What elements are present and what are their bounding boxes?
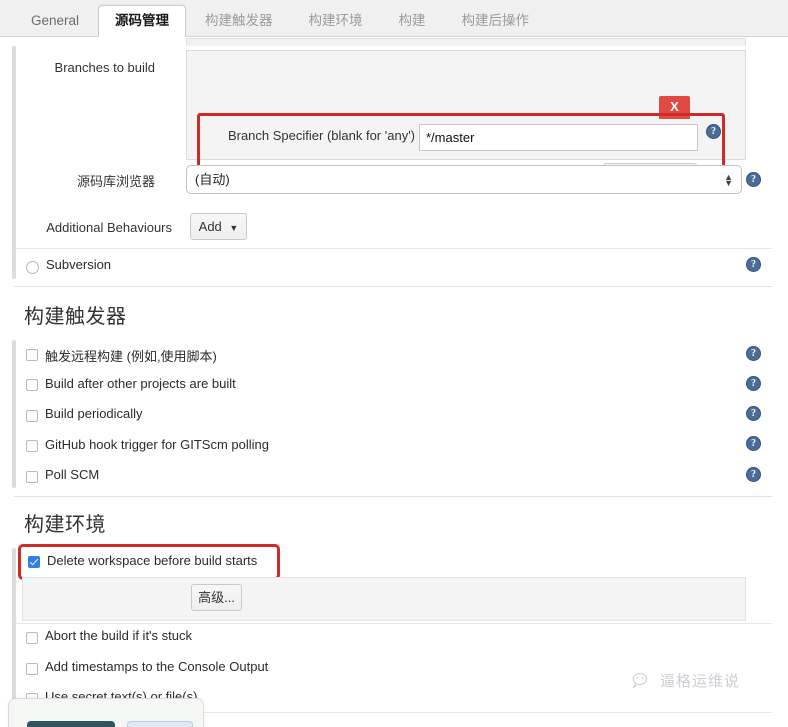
trigger-remote-build-checkbox[interactable] [26, 349, 38, 361]
repo-browser-select[interactable]: (自动) ▲ ▼ [186, 165, 742, 194]
repo-browser-value: (自动) [195, 172, 230, 187]
advanced-button[interactable]: 高级... [191, 584, 242, 611]
scrolled-content-strip [186, 38, 746, 46]
save-button[interactable] [27, 721, 115, 727]
config-tabbar: General 源码管理 构建触发器 构建环境 构建 构建后操作 [0, 0, 788, 38]
chevron-down-icon: ▼ [229, 223, 239, 233]
branches-to-build-label: Branches to build [54, 60, 155, 75]
trigger-remote-build-label: 触发远程构建 (例如,使用脚本) [45, 349, 217, 364]
add-timestamps-label: Add timestamps to the Console Output [45, 659, 269, 674]
additional-behaviours-label: Additional Behaviours [46, 220, 172, 235]
triggers-accent-bar [12, 340, 16, 488]
floating-action-bar [8, 698, 204, 727]
poll-scm-help-icon[interactable]: ? [746, 467, 761, 482]
abort-stuck-build-checkbox[interactable] [26, 632, 38, 644]
trigger-remote-build-help-icon[interactable]: ? [746, 346, 761, 361]
scm-divider [14, 248, 772, 249]
watermark: 逼格运维说 [632, 670, 740, 691]
build-after-other-projects-checkbox[interactable] [26, 379, 38, 391]
jenkins-job-config-page: General 源码管理 构建触发器 构建环境 构建 构建后操作 Branche… [0, 0, 788, 727]
repo-browser-help-icon[interactable]: ? [746, 172, 761, 187]
tab-build-environment[interactable]: 构建环境 [292, 5, 380, 37]
triggers-section-separator [14, 286, 772, 287]
add-behaviour-button[interactable]: Add ▼ [190, 213, 247, 240]
github-hook-trigger-label: GitHub hook trigger for GITScm polling [45, 437, 269, 452]
delete-branch-button[interactable]: X [659, 96, 690, 119]
branch-specifier-help-icon[interactable]: ? [706, 124, 721, 139]
tab-post-build[interactable]: 构建后操作 [445, 5, 547, 37]
github-hook-trigger-checkbox[interactable] [26, 440, 38, 452]
watermark-text: 逼格运维说 [660, 672, 741, 690]
abort-stuck-build-label: Abort the build if it's stuck [45, 628, 192, 643]
build-triggers-section: 触发远程构建 (例如,使用脚本) ? Build after other pro… [0, 340, 788, 488]
delete-workspace-advanced-panel [22, 577, 746, 621]
branch-specifier-input[interactable] [419, 124, 698, 151]
tab-build[interactable]: 构建 [382, 5, 443, 37]
subversion-label: Subversion [46, 257, 112, 272]
delete-workspace-label: Delete workspace before build starts [47, 553, 258, 568]
tab-scm[interactable]: 源码管理 [98, 5, 187, 38]
add-timestamps-checkbox[interactable] [26, 663, 38, 675]
tab-list: General 源码管理 构建触发器 构建环境 构建 构建后操作 [0, 0, 788, 38]
build-environment-title: 构建环境 [24, 514, 106, 536]
build-env-accent-bar [12, 548, 16, 708]
branch-specifier-label: Branch Specifier (blank for 'any') [227, 128, 415, 143]
scm-section: Branches to build X Branch Specifier (bl… [0, 46, 788, 279]
repo-browser-label: 源码库浏览器 [76, 174, 155, 189]
build-after-other-projects-label: Build after other projects are built [45, 376, 236, 391]
wechat-icon [632, 672, 648, 688]
subversion-help-icon[interactable]: ? [746, 257, 761, 272]
delete-workspace-checkbox[interactable] [28, 556, 40, 568]
tab-build-triggers[interactable]: 构建触发器 [188, 5, 290, 37]
tab-general[interactable]: General [14, 5, 96, 37]
build-triggers-title: 构建触发器 [24, 306, 127, 328]
build-after-other-projects-help-icon[interactable]: ? [746, 376, 761, 391]
build-periodically-help-icon[interactable]: ? [746, 406, 761, 421]
scm-accent-bar [12, 46, 16, 279]
build-env-divider [14, 623, 772, 624]
apply-button[interactable] [127, 721, 193, 727]
add-behaviour-label: Add [198, 219, 222, 234]
build-periodically-checkbox[interactable] [26, 410, 38, 422]
chevron-updown-icon: ▲ ▼ [724, 171, 733, 188]
poll-scm-label: Poll SCM [45, 467, 100, 482]
poll-scm-checkbox[interactable] [26, 471, 38, 483]
build-env-section-separator [14, 496, 772, 497]
build-periodically-label: Build periodically [45, 406, 143, 421]
subversion-radio[interactable] [26, 261, 39, 274]
github-hook-trigger-help-icon[interactable]: ? [746, 436, 761, 451]
